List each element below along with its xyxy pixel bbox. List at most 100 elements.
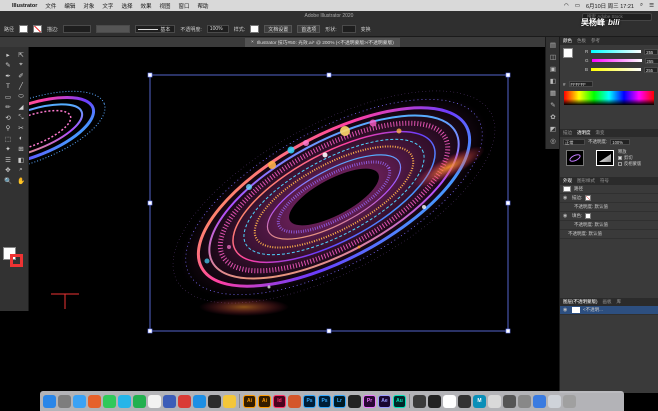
menu-help[interactable]: 帮助	[198, 2, 209, 10]
eye-icon[interactable]: ◉	[563, 213, 569, 219]
tool-button[interactable]: ✦	[2, 145, 14, 154]
appearance-row-path[interactable]: 路径	[560, 185, 658, 194]
tab-swatches[interactable]: 色板	[577, 38, 586, 44]
tool-button[interactable]: ⤡	[15, 113, 27, 122]
dock-app-icon[interactable]: Lr	[333, 394, 346, 408]
dock-app-icon[interactable]	[148, 394, 161, 408]
stroke-color-box[interactable]	[10, 254, 23, 267]
stroke-weight-field[interactable]	[63, 25, 92, 33]
tool-button[interactable]: ☰	[2, 155, 14, 164]
tool-button[interactable]: ⇱	[15, 50, 27, 59]
dock-app-icon[interactable]	[288, 394, 301, 408]
dock-app-icon[interactable]	[458, 394, 471, 408]
tab-stroke[interactable]: 描边	[563, 130, 572, 136]
preferences-button[interactable]: 首选项	[297, 25, 321, 33]
appearance-row-fill[interactable]: ◉ 填色:	[560, 212, 658, 221]
eye-icon[interactable]: ◉	[563, 307, 569, 313]
tool-button[interactable]: ▭	[2, 92, 14, 101]
dock-app-icon[interactable]: Ps	[318, 394, 331, 408]
symbols-icon[interactable]: ✿	[548, 112, 558, 121]
dock-app-icon[interactable]	[43, 394, 56, 408]
tool-button[interactable]: ⌕	[15, 166, 27, 175]
hex-field[interactable]: FFFFFF	[568, 81, 593, 87]
graphic-styles-icon[interactable]: ◩	[548, 124, 558, 133]
brushes-icon[interactable]: ✎	[548, 100, 558, 109]
artboard-canvas[interactable]	[29, 47, 545, 393]
document-tab[interactable]: × Illustrator 技巧#50: 光效.ai* @ 200% (<不透明…	[245, 38, 400, 47]
tool-button[interactable]: ◐	[15, 134, 27, 143]
tool-button[interactable]: ⬭	[15, 92, 27, 101]
dock-app-icon[interactable]	[118, 394, 131, 408]
tool-button[interactable]: ⚲	[2, 124, 14, 133]
dock-app-icon[interactable]	[488, 394, 501, 408]
menu-edit[interactable]: 编辑	[64, 2, 75, 10]
dock-app-icon[interactable]	[428, 394, 441, 408]
tab-artboards[interactable]: 画板	[603, 299, 612, 305]
menu-app-name[interactable]: Illustrator	[12, 3, 37, 9]
opacity-label[interactable]: 不透明度:	[180, 26, 201, 33]
tool-button[interactable]: ⊞	[15, 145, 27, 154]
tool-button[interactable]: ⌖	[15, 61, 27, 70]
brush-definition[interactable]: 基本	[135, 25, 176, 33]
appearance-row-object-opacity[interactable]: 不透明度: 默认值	[560, 230, 658, 239]
dock-app-icon[interactable]	[133, 394, 146, 408]
menu-file[interactable]: 文件	[45, 2, 56, 10]
tool-button[interactable]: ◢	[15, 103, 27, 112]
tool-button[interactable]: ✒	[2, 71, 14, 80]
appearance-row-stroke[interactable]: ◉ 描边:	[560, 194, 658, 203]
battery-icon[interactable]: ▭	[575, 3, 580, 9]
dock-app-icon[interactable]	[223, 394, 236, 408]
control-center-icon[interactable]: ☰	[649, 3, 654, 9]
dock-app-icon[interactable]: Ps	[303, 394, 316, 408]
blend-mode-select[interactable]: 正常	[563, 139, 585, 145]
channel-value[interactable]: 255	[644, 48, 658, 55]
transparency-opacity-field[interactable]: 100%	[610, 139, 631, 145]
stroke-swatch[interactable]	[33, 25, 43, 33]
menu-window[interactable]: 窗口	[178, 2, 189, 10]
color-icon[interactable]: ◧	[548, 76, 558, 85]
dock-app-icon[interactable]: Id	[273, 394, 286, 408]
tool-button[interactable]: ╱	[15, 82, 27, 91]
dock-app-icon[interactable]: Ai	[243, 394, 256, 408]
channel-value[interactable]: 255	[644, 57, 658, 64]
dock-app-icon[interactable]	[518, 394, 531, 408]
tool-button[interactable]: ✋	[15, 176, 27, 185]
close-icon[interactable]: ×	[251, 40, 254, 45]
fill-stroke-control[interactable]	[3, 247, 25, 269]
tool-button[interactable]: ✎	[2, 61, 14, 70]
channel-value[interactable]: 255	[644, 66, 658, 73]
wifi-icon[interactable]: ◠	[564, 3, 569, 9]
tool-button[interactable]: ⟲	[2, 113, 14, 122]
tool-button[interactable]: ▸	[2, 50, 14, 59]
swatches-icon[interactable]: ▦	[548, 88, 558, 97]
tab-guide[interactable]: 参考	[591, 38, 600, 44]
channel-slider[interactable]	[591, 68, 642, 71]
tab-color[interactable]: 颜色	[563, 38, 572, 44]
eye-icon[interactable]: ◉	[563, 195, 569, 201]
artwork-thumbnail[interactable]	[566, 150, 584, 166]
menu-object[interactable]: 对象	[83, 2, 94, 10]
dock-app-icon[interactable]	[73, 394, 86, 408]
tool-button[interactable]: ✏	[2, 103, 14, 112]
document-setup-button[interactable]: 文档设置	[264, 25, 293, 33]
opacity-mask-thumbnail[interactable]	[596, 150, 614, 166]
channel-slider[interactable]	[591, 50, 642, 53]
dock-app-icon[interactable]: Au	[393, 394, 406, 408]
tab-appearance[interactable]: 外观	[563, 178, 572, 184]
dock-app-icon[interactable]	[208, 394, 221, 408]
tool-button[interactable]: 🔍	[2, 176, 14, 185]
libraries-icon[interactable]: ▣	[548, 64, 558, 73]
menu-select[interactable]: 选择	[121, 2, 132, 10]
dock-app-icon[interactable]	[58, 394, 71, 408]
appearance-row-stroke-opacity[interactable]: 不透明度: 默认值	[560, 203, 658, 212]
dock-app-icon[interactable]	[348, 394, 361, 408]
fill-swatch[interactable]	[19, 25, 29, 33]
color-spectrum[interactable]	[564, 91, 654, 105]
dock-app-icon[interactable]	[533, 394, 546, 408]
opacity-field[interactable]: 100%	[206, 25, 229, 33]
dock-app-icon[interactable]	[103, 394, 116, 408]
dock-app-icon[interactable]	[503, 394, 516, 408]
dock-app-icon[interactable]	[88, 394, 101, 408]
fill-white-swatch[interactable]	[585, 213, 592, 219]
tool-button[interactable]: ✂	[15, 124, 27, 133]
